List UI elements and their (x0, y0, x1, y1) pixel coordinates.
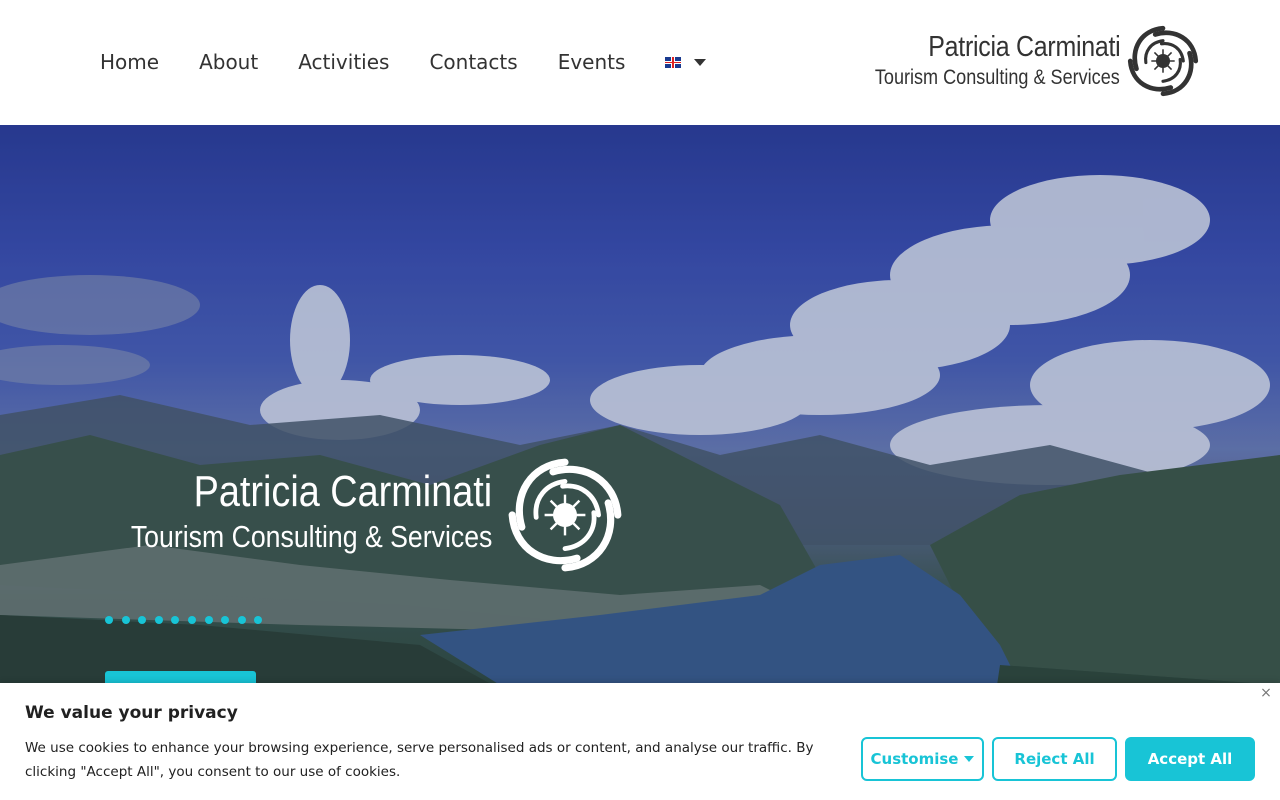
dot (154, 616, 163, 624)
nav-activities[interactable]: Activities (298, 48, 389, 76)
customise-label: Customise (870, 750, 959, 768)
dot (105, 616, 113, 624)
dot (254, 616, 263, 624)
dot (187, 616, 196, 624)
logo-name: Patricia Carminati (927, 31, 1120, 63)
spiral-sun-icon (508, 458, 622, 572)
hero-tagline: Tourism Consulting & Services (130, 519, 492, 554)
dot (204, 616, 213, 624)
reject-all-button[interactable]: Reject All (992, 737, 1117, 781)
accept-all-label: Accept All (1147, 750, 1233, 768)
language-switcher[interactable] (665, 56, 707, 68)
main-nav: Home About Activities Contacts Events (100, 48, 707, 76)
cookie-title: We value your privacy (25, 703, 238, 723)
accept-all-button[interactable]: Accept All (1125, 737, 1255, 781)
dot (221, 616, 230, 624)
nav-home[interactable]: Home (100, 48, 159, 76)
dot (171, 616, 180, 624)
cookie-description: We use cookies to enhance your browsing … (25, 740, 814, 780)
customise-button[interactable]: Customise (861, 737, 984, 781)
nav-about[interactable]: About (199, 48, 258, 76)
dot (121, 616, 130, 624)
cookie-consent-banner: × We value your privacy We use cookies t… (0, 683, 1280, 800)
dot (237, 616, 246, 624)
uk-flag-icon (665, 56, 682, 68)
chevron-down-icon (694, 58, 707, 66)
close-icon[interactable]: × (1259, 686, 1273, 700)
logo-tagline: Tourism Consulting & Services (875, 66, 1120, 89)
chevron-down-icon (964, 756, 975, 762)
dot (138, 616, 147, 624)
nav-contacts[interactable]: Contacts (429, 48, 517, 76)
hero-logo: Patricia Carminati Tourism Consulting & … (105, 455, 625, 580)
hero-name: Patricia Carminati (193, 467, 492, 516)
reject-all-label: Reject All (1014, 750, 1095, 768)
nav-events[interactable]: Events (558, 48, 626, 76)
spiral-sun-icon (1127, 25, 1199, 97)
site-header: Home About Activities Contacts Events Pa… (0, 0, 1280, 125)
site-logo[interactable]: Patricia Carminati Tourism Consulting & … (875, 22, 1202, 102)
hero-dots-divider (105, 616, 271, 624)
